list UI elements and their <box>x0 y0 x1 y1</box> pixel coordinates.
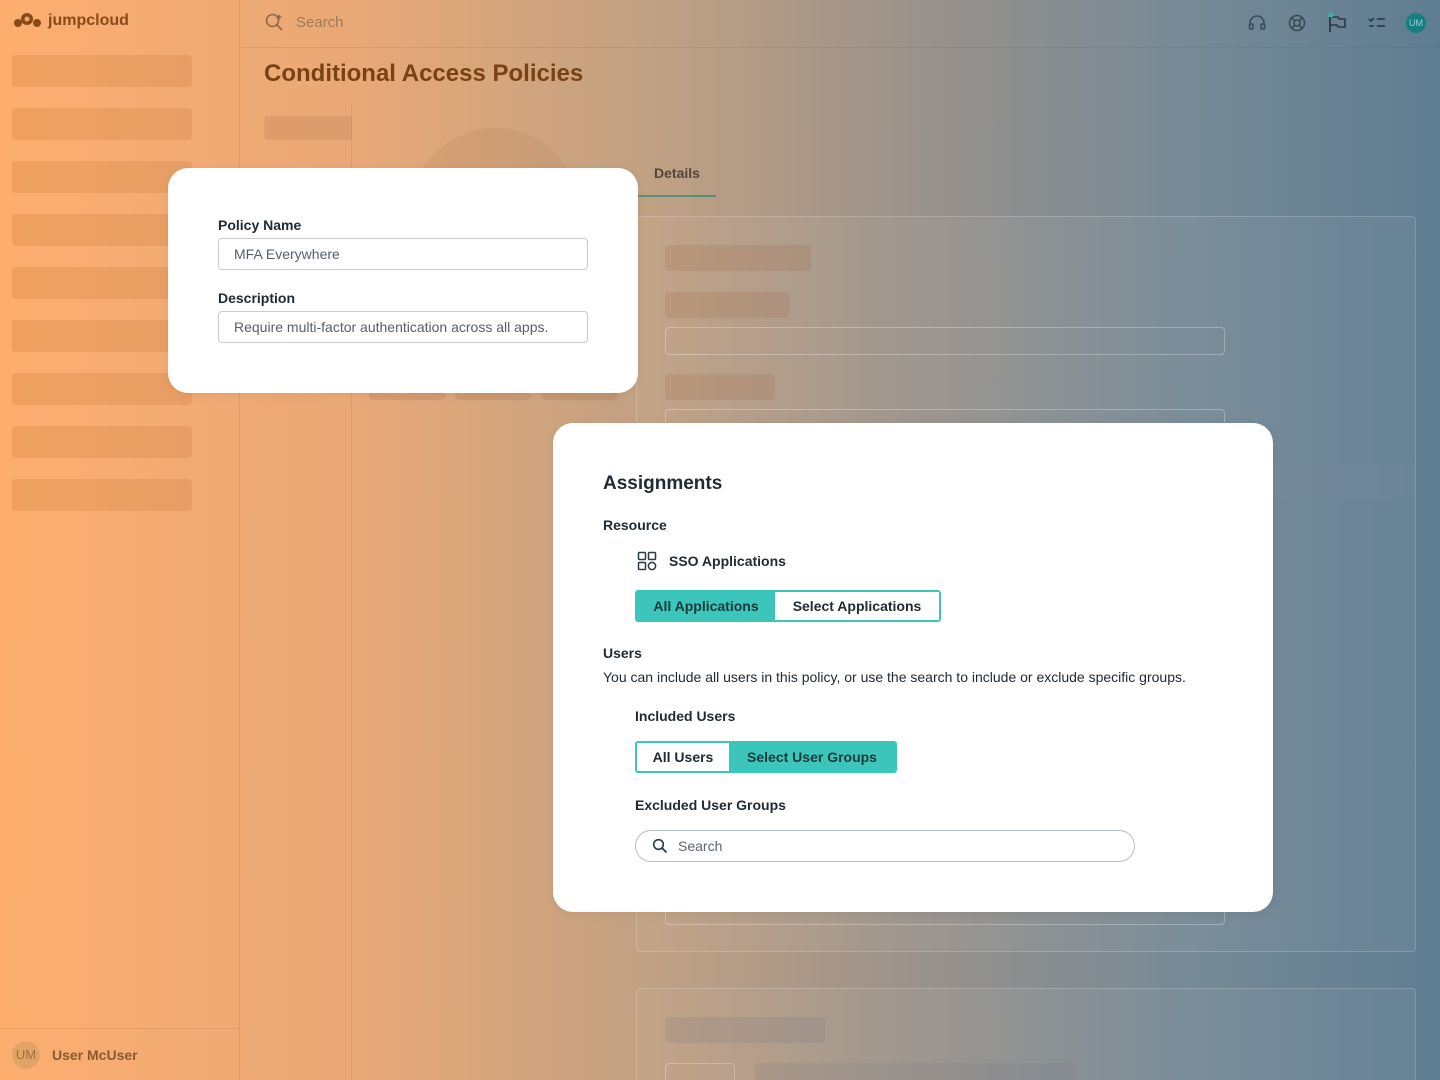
sidebar-item[interactable] <box>12 479 192 511</box>
headset-icon[interactable] <box>1246 12 1268 34</box>
assignments-card: Assignments Resource SSO Applications Al… <box>553 423 1273 912</box>
sidebar-item[interactable] <box>12 214 192 246</box>
sidebar-item[interactable] <box>12 426 192 458</box>
skeleton-block <box>755 1063 1075 1080</box>
grid-apps-icon <box>637 551 657 571</box>
all-users-option[interactable]: All Users <box>637 743 729 771</box>
avatar: UM <box>12 1040 40 1069</box>
skeleton-block <box>665 1017 825 1043</box>
users-label: Users <box>603 645 642 661</box>
jumpcloud-logo-icon <box>14 13 41 27</box>
select-user-groups-option[interactable]: Select User Groups <box>729 743 895 771</box>
logo[interactable]: jumpcloud <box>12 12 129 30</box>
search-icon <box>652 838 668 854</box>
sidebar-item[interactable] <box>12 320 192 352</box>
page-title: Conditional Access Policies <box>264 60 584 87</box>
select-applications-option[interactable]: Select Applications <box>775 592 939 620</box>
app-window: jumpcloud UM User McUser Search UM Condi… <box>0 0 1440 1080</box>
sidebar-item[interactable] <box>12 55 192 87</box>
global-search-placeholder: Search <box>296 13 344 31</box>
skeleton-block <box>665 292 789 318</box>
included-users-label: Included Users <box>635 708 736 724</box>
sidebar-item[interactable] <box>12 267 192 299</box>
sidebar-item[interactable] <box>12 373 192 405</box>
flag-icon[interactable] <box>1326 12 1348 34</box>
sidebar-user[interactable]: UM User McUser <box>0 1028 240 1080</box>
assignments-title: Assignments <box>603 473 723 494</box>
skeleton-block <box>1273 463 1415 499</box>
topbar: Search UM <box>240 0 1440 48</box>
description-field[interactable]: Require multi-factor authentication acro… <box>218 311 588 343</box>
resource-label: Resource <box>603 517 667 533</box>
policy-name-field[interactable]: MFA Everywhere <box>218 238 588 270</box>
search-icon <box>265 13 283 31</box>
global-search[interactable]: Search <box>264 12 344 32</box>
users-help-text: You can include all users in this policy… <box>603 669 1186 685</box>
skeleton-block <box>264 116 352 140</box>
excluded-groups-search-input[interactable] <box>678 838 1098 854</box>
sidebar-item[interactable] <box>12 161 192 193</box>
excluded-groups-search[interactable] <box>635 830 1135 862</box>
all-applications-option[interactable]: All Applications <box>637 592 775 620</box>
application-scope-toggle: All Applications Select Applications <box>635 590 941 622</box>
sidebar-item[interactable] <box>12 108 192 140</box>
skeleton-input <box>665 1063 735 1080</box>
logo-text: jumpcloud <box>48 12 129 29</box>
sidebar: jumpcloud UM User McUser <box>0 0 240 1080</box>
user-name: User McUser <box>52 1046 138 1063</box>
excluded-groups-label: Excluded User Groups <box>635 797 786 813</box>
avatar[interactable]: UM <box>1406 13 1426 33</box>
background-card <box>636 988 1416 1080</box>
policy-details-card: Policy Name MFA Everywhere Description R… <box>168 168 638 393</box>
resource-name: SSO Applications <box>669 553 786 569</box>
skeleton-input <box>665 327 1225 355</box>
checklist-icon[interactable] <box>1366 12 1388 34</box>
included-users-toggle: All Users Select User Groups <box>635 741 897 773</box>
skeleton-block <box>665 374 775 400</box>
skeleton-block <box>665 245 811 271</box>
description-label: Description <box>218 290 296 306</box>
policy-name-label: Policy Name <box>218 217 302 233</box>
help-wheel-icon[interactable] <box>1286 12 1308 34</box>
tab-details[interactable]: Details <box>638 150 716 197</box>
resource-row: SSO Applications <box>637 551 786 571</box>
